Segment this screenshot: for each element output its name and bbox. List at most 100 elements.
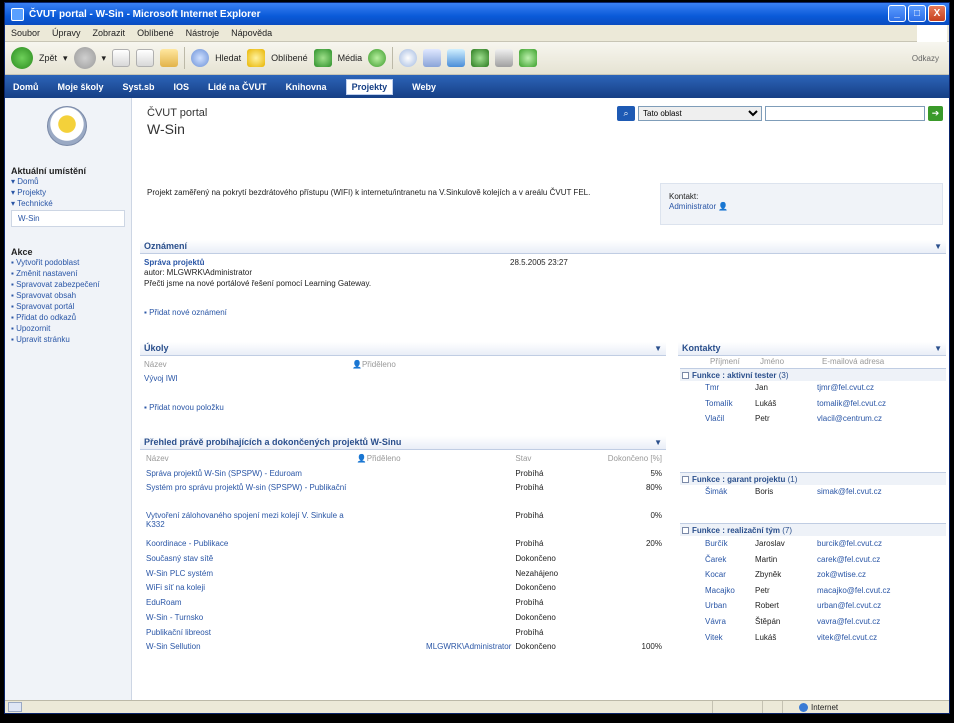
project-assigned[interactable] (355, 539, 514, 554)
sidebar-action-spravovat-obsah[interactable]: ▪ Spravovat obsah (5, 290, 131, 301)
menu-nastroje[interactable]: Nástroje (186, 28, 220, 38)
contact-last[interactable]: Macajko (702, 586, 752, 602)
history-icon[interactable] (368, 49, 387, 67)
contact-last[interactable]: Vávra (702, 617, 752, 633)
nav-ios[interactable]: IOS (174, 82, 190, 92)
stop-icon[interactable] (112, 49, 131, 67)
contact-email[interactable]: simak@fel.cvut.cz (814, 487, 946, 503)
project-name-link[interactable]: W-Sin - Turnsko (144, 613, 355, 628)
contact-email[interactable]: zok@wtise.cz (814, 570, 946, 586)
projects-col-pct[interactable]: Dokončeno [%] (584, 454, 664, 469)
project-assigned[interactable] (355, 554, 514, 569)
collapse-icon[interactable] (682, 372, 689, 379)
project-assigned[interactable] (355, 598, 514, 613)
collapse-icon[interactable] (682, 527, 689, 534)
sidebar-loc-projekty[interactable]: ▾ Projekty (5, 187, 131, 198)
project-assigned[interactable] (355, 613, 514, 628)
nav-domu[interactable]: Domů (13, 82, 39, 92)
add-announcement-link[interactable]: ▪ Přidat nové oznámení (144, 308, 227, 317)
project-name-link[interactable]: WiFi síť na koleji (144, 583, 355, 598)
project-assigned[interactable] (355, 628, 514, 643)
contacts-group-header[interactable]: Funkce : garant projektu (1) (680, 472, 946, 485)
project-assigned[interactable] (355, 483, 514, 511)
contacts-col-email[interactable]: E-mailová adresa (822, 357, 884, 366)
nav-lide-na-cvut[interactable]: Lidé na ČVUT (208, 82, 267, 92)
sidebar-action-pridat-do-odkazu[interactable]: ▪ Přidat do odkazů (5, 312, 131, 323)
projects-col-assigned[interactable]: 👤Přiděleno (355, 454, 514, 469)
contact-email[interactable]: tjmr@fel.cvut.cz (814, 383, 946, 399)
menu-upravy[interactable]: Úpravy (52, 28, 81, 38)
project-assigned[interactable] (355, 511, 514, 539)
close-button[interactable]: X (928, 5, 946, 22)
refresh-icon[interactable] (136, 49, 155, 67)
menu-oblibene[interactable]: Oblíbené (137, 28, 174, 38)
task-row-link[interactable]: Vývoj IWI (144, 374, 178, 383)
search-input[interactable] (765, 106, 925, 121)
sidebar-action-spravovat-portal[interactable]: ▪ Spravovat portál (5, 301, 131, 312)
nav-knihovna[interactable]: Knihovna (286, 82, 327, 92)
media-icon[interactable] (313, 49, 332, 67)
favorites-star-icon[interactable] (247, 49, 266, 67)
tasks-menu-icon[interactable]: ▼ (654, 342, 662, 355)
messenger-icon[interactable] (519, 49, 538, 67)
contact-last[interactable]: Šimák (702, 487, 752, 503)
project-name-link[interactable]: Současný stav sítě (144, 554, 355, 569)
contacts-menu-icon[interactable]: ▼ (934, 342, 942, 355)
project-assigned[interactable]: MLGWRK\Administrator (355, 642, 514, 657)
search-go-button[interactable]: ➔ (928, 106, 943, 121)
contact-email[interactable]: vitek@fel.cvut.cz (814, 633, 946, 649)
menu-zobrazit[interactable]: Zobrazit (93, 28, 126, 38)
contact-last[interactable]: Urban (702, 601, 752, 617)
contact-last[interactable]: Burčík (702, 539, 752, 555)
contact-admin-link[interactable]: Administrator (669, 202, 716, 211)
project-name-link[interactable]: Publikační libreost (144, 628, 355, 643)
contacts-col-last[interactable]: Příjmení (710, 357, 740, 366)
sidebar-action-upozornit[interactable]: ▪ Upozornit (5, 323, 131, 334)
projects-col-name[interactable]: Název (144, 454, 355, 469)
contacts-group-header[interactable]: Funkce : aktivní tester (3) (680, 368, 946, 381)
projects-col-state[interactable]: Stav (513, 454, 583, 469)
menu-napoveda[interactable]: Nápověda (231, 28, 272, 38)
project-assigned[interactable] (355, 569, 514, 584)
home-icon[interactable] (160, 49, 179, 67)
search-label[interactable]: Hledat (215, 53, 241, 63)
nav-moje-skoly[interactable]: Moje školy (58, 82, 104, 92)
search-scope-select[interactable]: Tato oblast (638, 106, 762, 121)
projects-menu-icon[interactable]: ▼ (654, 436, 662, 449)
contact-email[interactable]: carek@fel.cvut.cz (814, 555, 946, 571)
project-name-link[interactable]: Správa projektů W-Sin (SPSPW) - Eduroam (144, 469, 355, 484)
project-assigned[interactable] (355, 583, 514, 598)
contacts-group-header[interactable]: Funkce : realizační tým (7) (680, 523, 946, 536)
forward-dropdown-icon[interactable]: ▾ (102, 53, 107, 64)
contact-email[interactable]: urban@fel.cvut.cz (814, 601, 946, 617)
nav-syst-sb[interactable]: Syst.sb (123, 82, 155, 92)
sidebar-loc-domu[interactable]: ▾ Domů (5, 176, 131, 187)
back-dropdown-icon[interactable]: ▾ (63, 53, 68, 64)
tasks-col-name[interactable]: Název (144, 360, 167, 369)
back-arrow-icon[interactable] (11, 47, 33, 69)
contact-last[interactable]: Kocar (702, 570, 752, 586)
project-name-link[interactable]: EduRoam (144, 598, 355, 613)
sidebar-current-wsin[interactable]: W-Sin (11, 210, 125, 227)
minimize-button[interactable]: _ (888, 5, 906, 22)
sidebar-action-upravit-stranku[interactable]: ▪ Upravit stránku (5, 334, 131, 345)
contact-email[interactable]: vlacil@centrum.cz (814, 414, 946, 430)
links-label[interactable]: Odkazy (912, 54, 939, 63)
project-name-link[interactable]: W-Sin Sellution (144, 642, 355, 657)
contact-email[interactable]: tomalik@fel.cvut.cz (814, 399, 946, 415)
contact-email[interactable]: burcik@fel.cvut.cz (814, 539, 946, 555)
project-name-link[interactable]: Vytvoření zálohovaného spojení mezi kole… (144, 511, 355, 539)
back-label[interactable]: Zpět (39, 53, 57, 63)
favorites-label[interactable]: Oblíbené (271, 53, 308, 63)
project-name-link[interactable]: Koordinace - Publikace (144, 539, 355, 554)
sidebar-loc-technicke[interactable]: ▾ Technické (5, 198, 131, 209)
contact-last[interactable]: Vlačil (702, 414, 752, 430)
cvut-logo-icon[interactable] (47, 106, 87, 146)
project-name-link[interactable]: Systém pro správu projektů W-sin (SPSPW)… (144, 483, 355, 511)
contact-last[interactable]: Tomalík (702, 399, 752, 415)
collapse-icon[interactable] (682, 476, 689, 483)
sidebar-action-vytvorit-podoblast[interactable]: ▪ Vytvořit podoblast (5, 257, 131, 268)
search-icon[interactable] (191, 49, 210, 67)
edit-icon[interactable] (447, 49, 466, 67)
announcements-menu-icon[interactable]: ▼ (934, 240, 942, 253)
